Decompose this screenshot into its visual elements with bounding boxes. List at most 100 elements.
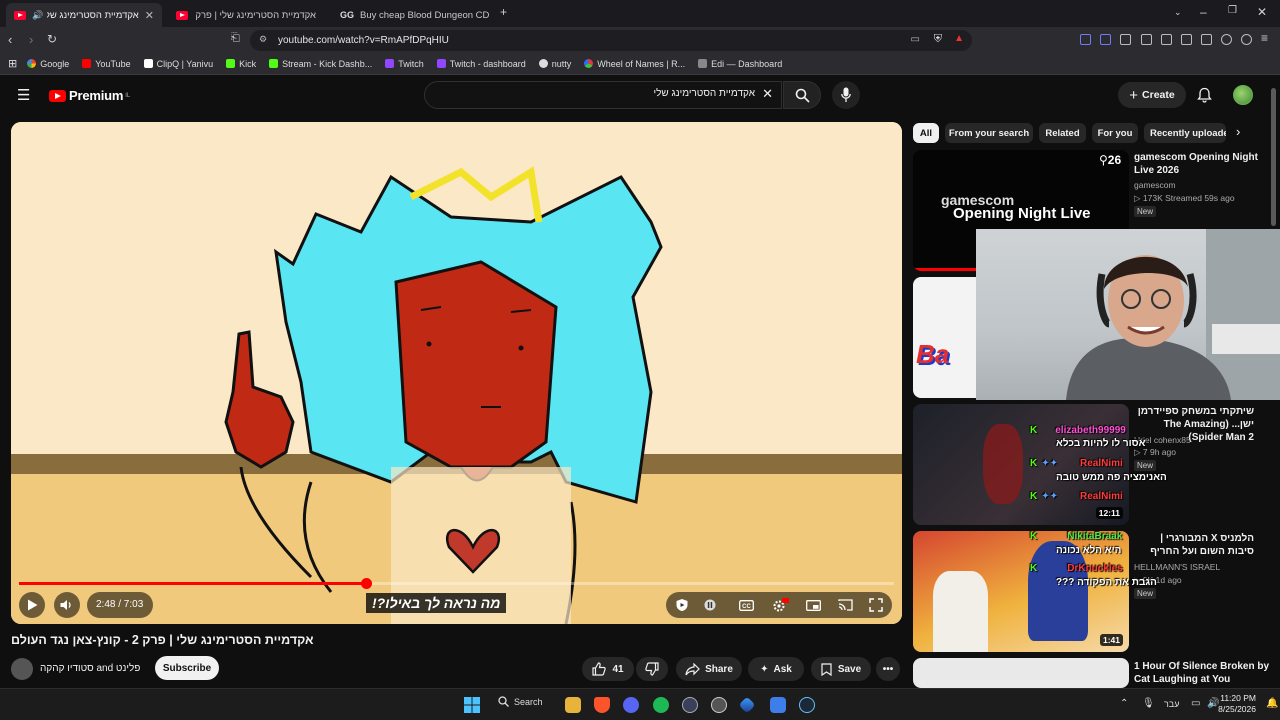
tab-active[interactable]: 🔊 אקדמיית הסטרימינג שלי | פר ✕ <box>6 3 162 27</box>
language-indicator[interactable]: עבר <box>1164 699 1179 709</box>
reload-icon[interactable]: ↻ <box>47 32 57 46</box>
app-icon[interactable] <box>738 696 756 714</box>
settings-gear-icon[interactable] <box>771 597 789 613</box>
chip-recently-uploaded[interactable]: Recently uploaded <box>1144 123 1226 143</box>
extension-icon[interactable] <box>1080 34 1091 45</box>
extension-icon[interactable] <box>1120 34 1131 45</box>
speaker-icon[interactable]: 🔊 <box>32 10 43 21</box>
bookmark-kick-dashboard[interactable]: Stream - Kick Dashb... <box>269 59 372 69</box>
video-player[interactable]: מה נראה לך באילו?! 2:48 / 7:03 CC <box>11 122 902 624</box>
taskbar-clock[interactable]: 11:20 PM 8/25/2026 <box>1218 693 1256 715</box>
tab-close-icon[interactable]: ✕ <box>139 9 154 22</box>
chat-message: K DrKnuckles <box>1030 563 1123 574</box>
ask-button[interactable]: ✦ Ask <box>748 657 804 681</box>
brave-shield-icon[interactable]: ⛨ <box>934 33 942 46</box>
new-tab-icon[interactable]: + <box>500 5 507 19</box>
notification-bell-icon[interactable]: 🔔 <box>1266 698 1278 709</box>
hamburger-menu-icon[interactable]: ☰ <box>17 86 30 104</box>
autoplay-shield-icon[interactable] <box>675 598 689 612</box>
chip-all[interactable]: All <box>913 123 939 143</box>
wallet-icon[interactable] <box>1201 34 1212 45</box>
paint-icon[interactable] <box>770 697 786 713</box>
chip-from-your-search[interactable]: From your search <box>945 123 1033 143</box>
volume-button[interactable] <box>54 592 80 618</box>
tab-search-icon[interactable]: ⌄ <box>1174 7 1182 18</box>
more-actions-button[interactable]: ••• <box>876 657 900 681</box>
dislike-button[interactable] <box>636 657 668 681</box>
rec-thumbnail-cat[interactable] <box>913 658 1129 688</box>
share-button[interactable]: Share <box>676 657 742 681</box>
steam-icon[interactable] <box>799 697 815 713</box>
extension-icon[interactable] <box>1100 34 1111 45</box>
rec-title[interactable]: 1 Hour Of Silence Broken by Cat Laughing… <box>1134 660 1274 686</box>
clear-search-icon[interactable]: ✕ <box>762 86 773 102</box>
chip-related[interactable]: Related <box>1039 123 1086 143</box>
captions-icon[interactable]: CC <box>739 600 754 611</box>
bookmark-twitch[interactable]: Twitch <box>385 59 424 69</box>
forward-icon[interactable]: › <box>29 32 33 47</box>
tab[interactable]: אקדמיית הסטרימינג שלי | פרק 1 - כיו <box>168 3 324 27</box>
bookmark-wheel[interactable]: Wheel of Names | R... <box>584 59 685 69</box>
site-info-icon[interactable]: ⚙ <box>259 34 267 45</box>
network-icon[interactable]: ▭ <box>1191 698 1200 709</box>
chip-for-you[interactable]: For you <box>1092 123 1138 143</box>
close-window-icon[interactable]: ✕ <box>1257 5 1267 19</box>
fullscreen-icon[interactable] <box>869 598 883 612</box>
notifications-bell-icon[interactable] <box>1197 87 1212 103</box>
progress-bar[interactable] <box>19 578 894 589</box>
leo-icon[interactable] <box>1221 34 1232 45</box>
like-button[interactable]: 41 <box>582 657 634 681</box>
obs-icon[interactable] <box>711 697 727 713</box>
account-avatar[interactable] <box>1233 85 1253 105</box>
bookmark-kick[interactable]: Kick <box>226 59 256 69</box>
file-explorer-icon[interactable] <box>565 697 581 713</box>
app-icon[interactable] <box>682 697 698 713</box>
bookmark-icon[interactable]: ⎗ <box>231 32 240 45</box>
minimize-icon[interactable]: – <box>1200 5 1207 19</box>
rec-channel[interactable]: gamescom <box>1134 180 1176 190</box>
youtube-premium-logo[interactable]: Premium IL <box>49 88 130 103</box>
cast-icon[interactable]: ▭ <box>911 34 920 45</box>
url-field[interactable]: ⚙ youtube.com/watch?v=RmAPfDPqHIU ▭ ⛨ ▲ <box>250 30 972 51</box>
bookmark-nutty[interactable]: nutty <box>538 59 571 69</box>
bookmark-edi[interactable]: Edi — Dashboard <box>698 59 782 69</box>
cast-icon[interactable] <box>838 599 853 611</box>
search-input[interactable] <box>435 88 755 99</box>
extension-icon[interactable] <box>1141 34 1152 45</box>
spotify-icon[interactable] <box>653 697 669 713</box>
bookmark-youtube[interactable]: YouTube <box>82 59 131 69</box>
pause-autoplay-icon[interactable] <box>704 599 716 611</box>
tray-chevron-icon[interactable]: ⌃ <box>1120 698 1128 709</box>
apps-grid-icon[interactable]: ⊞ <box>8 57 17 70</box>
extension-icon[interactable] <box>1161 34 1172 45</box>
discord-icon[interactable] <box>623 697 639 713</box>
channel-name[interactable]: סטודיו קהקה and פלינט <box>40 663 140 674</box>
vpn-icon[interactable] <box>1241 34 1252 45</box>
play-button[interactable] <box>19 592 45 618</box>
miniplayer-icon[interactable] <box>806 600 821 611</box>
menu-icon[interactable]: ≡ <box>1261 31 1268 45</box>
brave-rewards-icon[interactable]: ▲ <box>954 33 964 44</box>
chips-next-chevron-icon[interactable]: › <box>1236 124 1240 139</box>
rec-title[interactable]: הלמניס X המבורגרי | סיבות השום ועל החריף <box>1134 532 1254 558</box>
taskbar-search[interactable]: Search <box>498 696 543 707</box>
brave-browser-icon[interactable] <box>594 697 610 713</box>
windows-start-icon[interactable] <box>464 697 480 713</box>
bookmark-twitch-dashboard[interactable]: Twitch - dashboard <box>436 59 526 69</box>
bookmark-google[interactable]: Google <box>27 59 69 69</box>
channel-avatar[interactable] <box>11 658 33 680</box>
maximize-icon[interactable]: ❐ <box>1228 5 1237 16</box>
microphone-tray-icon[interactable]: 🎙 <box>1142 698 1155 709</box>
bookmark-clipq[interactable]: ClipQ | Yanivu <box>143 59 213 69</box>
back-icon[interactable]: ‹ <box>8 32 12 47</box>
create-button[interactable]: + Create <box>1118 82 1186 108</box>
subscribe-button[interactable]: Subscribe <box>155 656 219 680</box>
rec-title[interactable]: gamescom Opening Night Live 2026 <box>1134 151 1274 177</box>
sidebar-icon[interactable] <box>1181 34 1192 45</box>
tab[interactable]: GG Buy cheap Blood Dungeon CD Key 🔑 <box>332 3 492 27</box>
search-button[interactable] <box>783 81 821 109</box>
rec-thumbnail[interactable]: Ba <box>913 277 983 398</box>
save-button[interactable]: Save <box>811 657 871 681</box>
rec-channel[interactable]: HELLMANN'S ISRAEL <box>1134 562 1220 572</box>
voice-search-button[interactable] <box>832 81 860 109</box>
